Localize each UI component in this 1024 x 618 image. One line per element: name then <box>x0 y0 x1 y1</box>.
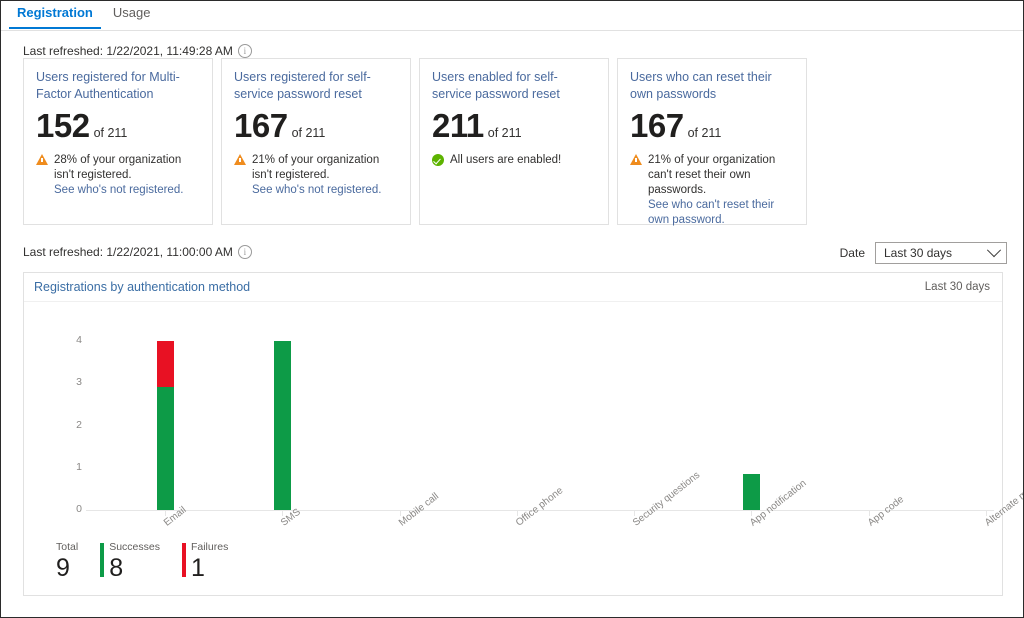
y-axis-tick: 0 <box>62 503 82 515</box>
last-refreshed-cards-text: Last refreshed: 1/22/2021, 11:49:28 AM <box>23 44 233 58</box>
kpi-card-status: 21% of your organization can't reset the… <box>630 153 794 228</box>
y-axis-tick: 3 <box>62 376 82 388</box>
y-axis-tick: 2 <box>62 419 82 431</box>
last-refreshed-chart-text: Last refreshed: 1/22/2021, 11:00:00 AM <box>23 245 233 259</box>
legend-successes-text: Successes 8 <box>109 541 160 582</box>
kpi-card-list: Users registered for Multi-Factor Authen… <box>23 58 1003 225</box>
kpi-card-status-message: All users are enabled! <box>450 153 561 168</box>
date-range-value: Last 30 days <box>884 246 952 260</box>
kpi-card-total: of 211 <box>688 126 722 140</box>
date-filter-label: Date <box>840 246 865 260</box>
chart-bar-segment-successes[interactable] <box>157 387 174 510</box>
kpi-card-number-row: 167 of 211 <box>630 109 794 143</box>
chart-bar[interactable] <box>743 474 760 510</box>
legend-swatch-successes <box>100 543 104 577</box>
kpi-card-title: Users registered for self-service passwo… <box>234 69 398 103</box>
kpi-card-link[interactable]: See who can't reset their own password. <box>648 199 774 226</box>
chart-panel-header: Registrations by authentication method L… <box>24 273 1002 302</box>
kpi-card-link[interactable]: See who's not registered. <box>54 184 183 196</box>
x-axis-tick-mark <box>400 510 401 516</box>
kpi-card-sspr-registered[interactable]: Users registered for self-service passwo… <box>221 58 411 225</box>
chart-bar-segment-successes[interactable] <box>743 474 760 510</box>
kpi-card-value: 167 <box>234 109 288 143</box>
date-range-select[interactable]: Last 30 days <box>875 242 1007 264</box>
x-axis-tick-mark <box>869 510 870 516</box>
legend-label: Successes <box>109 541 160 554</box>
kpi-card-value: 152 <box>36 109 90 143</box>
kpi-card-status-message: 21% of your organization isn't registere… <box>252 154 379 181</box>
x-axis-tick-mark <box>517 510 518 516</box>
kpi-card-status: All users are enabled! <box>432 153 596 168</box>
success-check-icon <box>432 154 444 166</box>
registrations-chart-panel: Registrations by authentication method L… <box>23 272 1003 596</box>
legend-failures-text: Failures 1 <box>191 541 228 582</box>
kpi-card-status-text: 21% of your organization isn't registere… <box>252 153 398 198</box>
date-filter: Date Last 30 days <box>840 242 1007 264</box>
warning-icon <box>630 154 642 165</box>
kpi-card-status: 28% of your organization isn't registere… <box>36 153 200 198</box>
kpi-card-sspr-enabled[interactable]: Users enabled for self-service password … <box>419 58 609 225</box>
x-axis-tick-mark <box>986 510 987 516</box>
chart-legend: Total 9 Successes 8 Failures 1 <box>56 541 228 582</box>
tab-usage-label: Usage <box>113 5 151 20</box>
kpi-card-mfa-registered[interactable]: Users registered for Multi-Factor Authen… <box>23 58 213 225</box>
warning-icon <box>36 154 48 165</box>
chart-bar[interactable] <box>274 341 291 510</box>
kpi-card-number-row: 152 of 211 <box>36 109 200 143</box>
chart-area: 01234EmailSMSMobile callOffice phoneSecu… <box>24 302 1002 596</box>
legend-item-successes: Successes 8 <box>100 541 160 582</box>
tabstrip: Registration Usage <box>1 1 1023 31</box>
chart-bar-segment-successes[interactable] <box>274 341 291 510</box>
kpi-card-title: Users registered for Multi-Factor Authen… <box>36 69 200 103</box>
kpi-card-value: 211 <box>432 109 484 143</box>
info-icon[interactable]: i <box>238 245 252 259</box>
y-axis-tick: 1 <box>62 461 82 473</box>
legend-item-total: Total 9 <box>56 541 78 582</box>
chart-bar[interactable] <box>157 341 174 510</box>
tab-registration-label: Registration <box>17 5 93 20</box>
kpi-card-link[interactable]: See who's not registered. <box>252 184 381 196</box>
auth-methods-dashboard: Registration Usage Last refreshed: 1/22/… <box>0 0 1024 618</box>
info-icon[interactable]: i <box>238 44 252 58</box>
kpi-card-status-message: 21% of your organization can't reset the… <box>648 154 775 196</box>
last-refreshed-chart: Last refreshed: 1/22/2021, 11:00:00 AM i <box>23 245 252 259</box>
kpi-card-status-text: 28% of your organization isn't registere… <box>54 153 200 198</box>
kpi-card-number-row: 167 of 211 <box>234 109 398 143</box>
kpi-card-number-row: 211 of 211 <box>432 109 596 143</box>
kpi-card-value: 167 <box>630 109 684 143</box>
chart-bar-segment-failures[interactable] <box>157 341 174 387</box>
y-axis-tick: 4 <box>62 334 82 346</box>
legend-total-text: Total 9 <box>56 541 78 582</box>
legend-value: 9 <box>56 554 78 582</box>
kpi-card-total: of 211 <box>94 126 128 140</box>
x-axis-label: Security questions <box>631 470 702 529</box>
x-axis-label: Alternate mobile call <box>983 465 1024 529</box>
warning-icon <box>234 154 246 165</box>
last-refreshed-cards: Last refreshed: 1/22/2021, 11:49:28 AM i <box>23 44 252 58</box>
legend-item-failures: Failures 1 <box>182 541 228 582</box>
kpi-card-status: 21% of your organization isn't registere… <box>234 153 398 198</box>
chevron-down-icon <box>987 243 1001 257</box>
kpi-card-title: Users enabled for self-service password … <box>432 69 596 103</box>
legend-value: 8 <box>109 554 160 582</box>
tab-usage[interactable]: Usage <box>103 1 161 29</box>
kpi-card-password-reset-capable[interactable]: Users who can reset their own passwords … <box>617 58 807 225</box>
chart-range-label: Last 30 days <box>925 281 990 293</box>
legend-value: 1 <box>191 554 228 582</box>
chart-title[interactable]: Registrations by authentication method <box>34 280 250 294</box>
kpi-card-title: Users who can reset their own passwords <box>630 69 794 103</box>
kpi-card-status-text: 21% of your organization can't reset the… <box>648 153 794 228</box>
x-axis-label: Office phone <box>514 485 565 528</box>
legend-label: Total <box>56 541 78 554</box>
kpi-card-status-message: 28% of your organization isn't registere… <box>54 154 181 181</box>
kpi-card-total: of 211 <box>488 126 522 140</box>
legend-swatch-failures <box>182 543 186 577</box>
kpi-card-total: of 211 <box>292 126 326 140</box>
tab-registration[interactable]: Registration <box>7 1 103 29</box>
x-axis-label: App code <box>866 494 906 529</box>
legend-label: Failures <box>191 541 228 554</box>
